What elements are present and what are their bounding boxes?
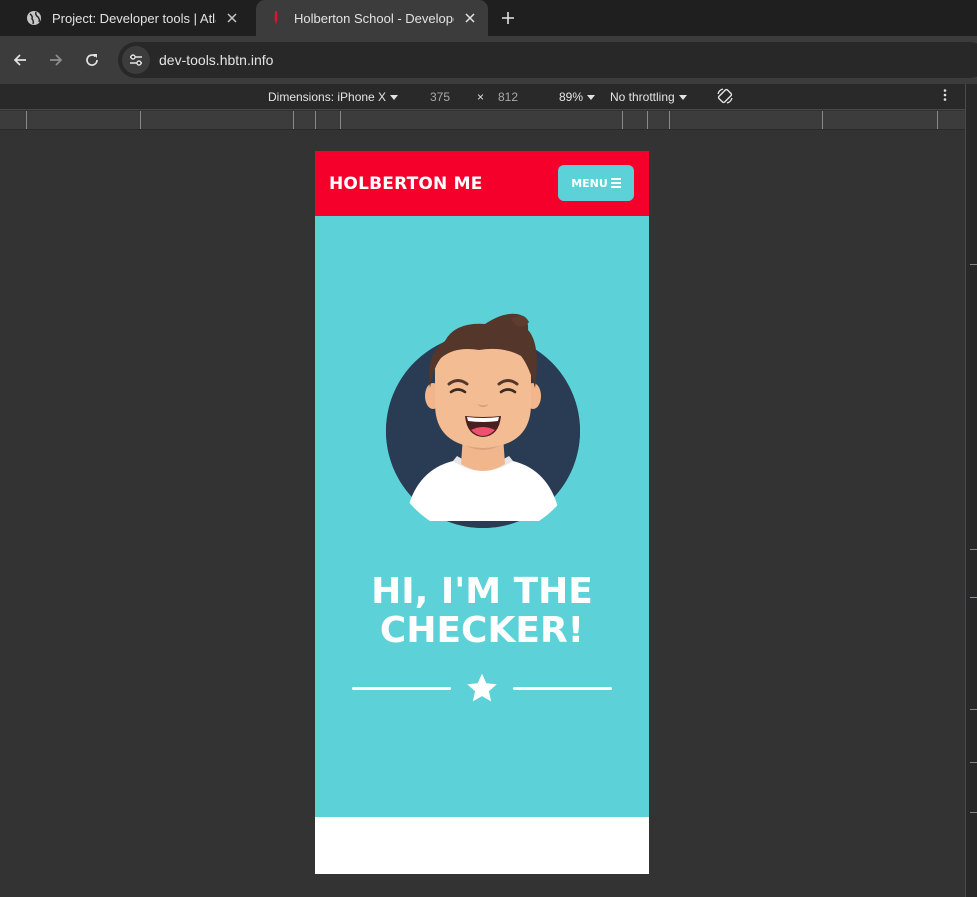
device-dimensions-select[interactable]: Dimensions: iPhone X	[268, 90, 399, 104]
panel-divider	[970, 709, 977, 710]
tab-title: Holberton School - Developer	[294, 10, 454, 26]
navigation-bar: dev-tools.hbtn.info	[0, 36, 977, 84]
panel-divider	[970, 762, 977, 763]
panel-divider	[970, 264, 977, 265]
divider-line-left	[352, 687, 451, 690]
tab-strip: Project: Developer tools | Atla Holberto…	[0, 0, 977, 36]
devtools-panel-edge[interactable]	[965, 84, 977, 897]
divider-line-right	[513, 687, 612, 690]
avatar	[386, 313, 580, 528]
site-settings-tune-icon[interactable]	[122, 46, 150, 74]
tab-holberton-school[interactable]: Holberton School - Developer	[256, 0, 488, 36]
star-divider	[352, 673, 612, 702]
zoom-select[interactable]: 89%	[559, 90, 596, 104]
menu-button-label: MENU	[571, 176, 608, 190]
media-query-tick	[622, 111, 623, 129]
device-dimensions-label: Dimensions: iPhone X	[268, 90, 387, 104]
globe-icon	[26, 10, 42, 26]
new-tab-plus-icon[interactable]	[498, 8, 518, 28]
tab-developer-tools-project[interactable]: Project: Developer tools | Atla	[14, 0, 250, 36]
forward-arrow-icon[interactable]	[46, 50, 66, 70]
chevron-down-icon	[587, 94, 596, 100]
close-tab-icon[interactable]	[224, 10, 240, 26]
menu-button[interactable]: MENU	[558, 165, 634, 201]
media-query-tick	[315, 111, 316, 129]
emulated-viewport: HOLBERTON ME MENU HI, I'M THE CHECKER!	[315, 151, 649, 874]
throttling-select[interactable]: No throttling	[610, 90, 687, 104]
hero-headline: HI, I'M THE CHECKER!	[315, 572, 649, 650]
media-query-bar[interactable]	[0, 111, 967, 130]
hero-headline-line-1: HI, I'M THE	[371, 571, 593, 612]
close-tab-icon[interactable]	[462, 10, 478, 26]
panel-divider	[970, 549, 977, 550]
media-query-tick	[293, 111, 294, 129]
star-icon	[467, 673, 497, 702]
panel-divider	[970, 597, 977, 598]
more-options-kebab-icon[interactable]	[938, 88, 952, 102]
device-toolbar: Dimensions: iPhone X 375 × 812 89% No th…	[0, 84, 967, 110]
hero-headline-line-2: CHECKER!	[379, 610, 585, 651]
chevron-down-icon	[390, 94, 399, 100]
site-brand-logo[interactable]: HOLBERTON ME	[329, 174, 483, 194]
reload-icon[interactable]	[82, 50, 102, 70]
viewport-width-input[interactable]: 375	[430, 90, 450, 104]
dimensions-times-sign: ×	[477, 90, 485, 104]
media-query-tick	[822, 111, 823, 129]
media-query-tick	[669, 111, 670, 129]
rotate-device-icon[interactable]	[716, 87, 734, 105]
address-bar[interactable]: dev-tools.hbtn.info	[118, 42, 977, 78]
viewport-height-input[interactable]: 812	[498, 90, 518, 104]
media-query-tick	[140, 111, 141, 129]
holberton-favicon	[268, 10, 284, 26]
back-arrow-icon[interactable]	[10, 50, 30, 70]
hero-section: HI, I'M THE CHECKER!	[315, 216, 649, 817]
media-query-tick	[340, 111, 341, 129]
media-query-tick	[647, 111, 648, 129]
site-header: HOLBERTON ME MENU	[315, 151, 649, 216]
media-query-tick	[937, 111, 938, 129]
media-query-tick	[26, 111, 27, 129]
panel-divider	[970, 812, 977, 813]
tab-title: Project: Developer tools | Atla	[52, 10, 216, 26]
chevron-down-icon	[678, 94, 687, 100]
url-text: dev-tools.hbtn.info	[159, 52, 274, 68]
hamburger-menu-icon	[610, 178, 621, 188]
page-footer-area	[315, 817, 649, 874]
